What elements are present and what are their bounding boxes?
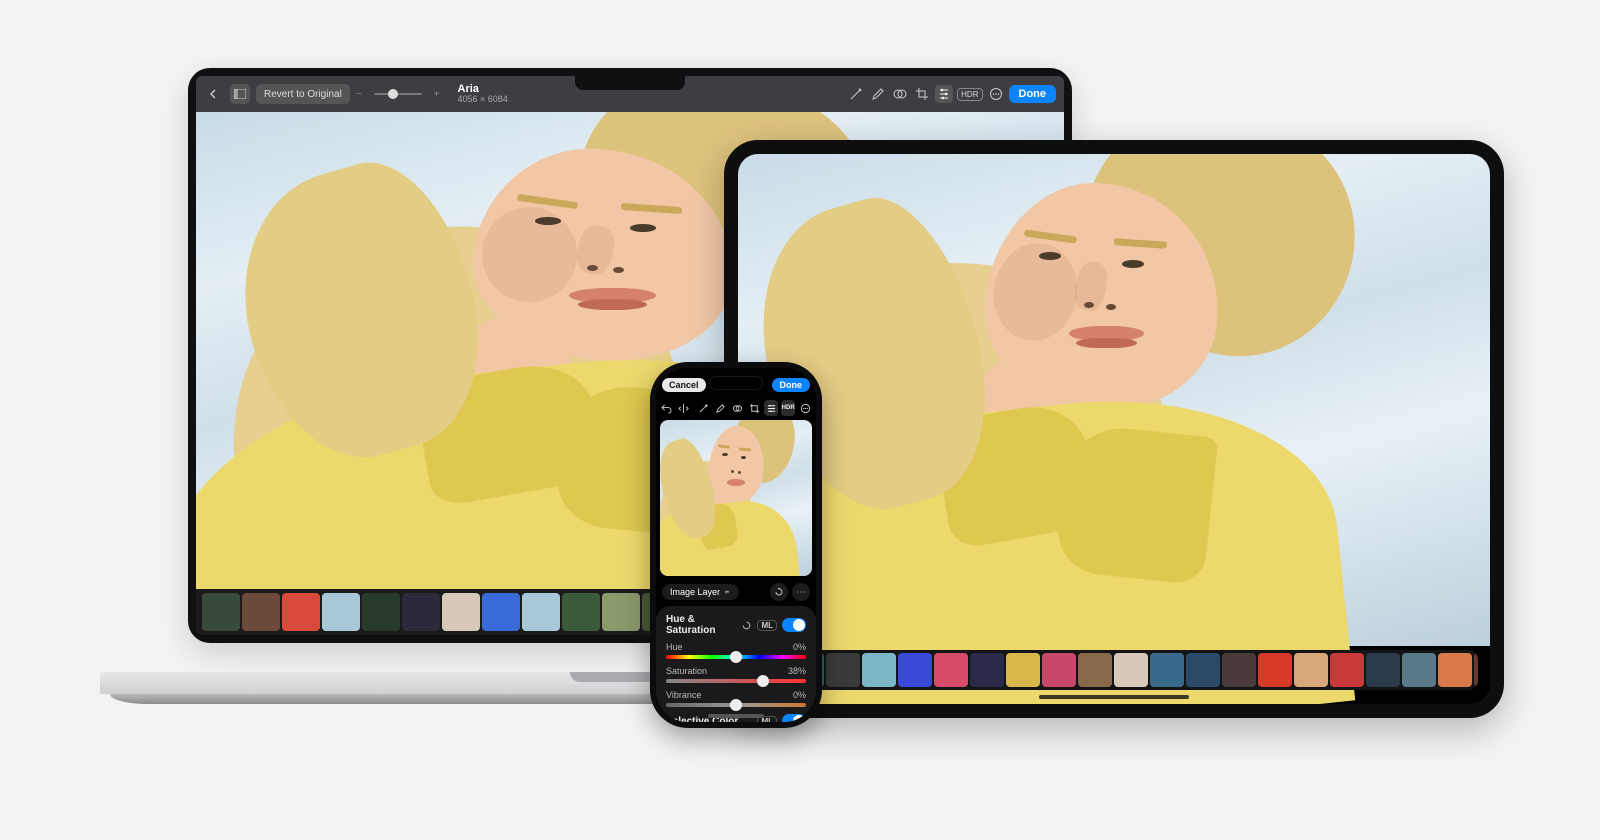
sidebar-toggle-icon[interactable]	[230, 84, 250, 104]
wand-icon[interactable]	[847, 85, 865, 103]
thumbnail[interactable]	[282, 593, 320, 631]
thumbnail[interactable]	[898, 653, 932, 687]
adjustments-icon[interactable]	[935, 85, 953, 103]
thumbnail[interactable]	[1222, 653, 1256, 687]
thumbnail[interactable]	[562, 593, 600, 631]
hdr-badge[interactable]: HDR	[781, 400, 795, 416]
thumbnail[interactable]	[1294, 653, 1328, 687]
crop-icon[interactable]	[747, 400, 761, 416]
phone-device: Cancel Done HDR	[650, 362, 822, 728]
tablet-home-indicator	[1039, 695, 1189, 699]
layer-selector[interactable]: Image Layer	[662, 584, 739, 600]
more-icon[interactable]: ⋯	[792, 583, 810, 601]
phone-toolbar: HDR	[660, 398, 812, 418]
portrait-image	[660, 420, 812, 576]
adjustments-panel: Hue & Saturation ML Hue0% Saturation38% …	[656, 606, 816, 722]
thumbnail[interactable]	[1330, 653, 1364, 687]
revert-button[interactable]: Revert to Original	[256, 84, 350, 104]
thumbnail[interactable]	[934, 653, 968, 687]
undo-icon[interactable]	[660, 400, 674, 416]
vibrance-slider[interactable]	[666, 703, 806, 707]
thumbnail[interactable]	[1366, 653, 1400, 687]
section-toggle[interactable]	[782, 618, 806, 632]
tablet-device	[724, 140, 1504, 718]
reset-icon[interactable]	[741, 620, 752, 631]
thumbnail[interactable]	[362, 593, 400, 631]
reset-icon[interactable]	[770, 583, 788, 601]
thumbnail[interactable]	[1150, 653, 1184, 687]
thumbnail[interactable]	[442, 593, 480, 631]
panel-title: Hue & Saturation	[666, 614, 741, 636]
saturation-slider[interactable]	[666, 679, 806, 683]
overlays-icon[interactable]	[731, 400, 745, 416]
pencil-icon[interactable]	[869, 85, 887, 103]
cancel-button[interactable]: Cancel	[662, 378, 706, 392]
hue-slider[interactable]	[666, 655, 806, 659]
thumbnail[interactable]	[862, 653, 896, 687]
thumbnail[interactable]	[202, 593, 240, 631]
thumbnail[interactable]	[826, 653, 860, 687]
thumbnail[interactable]	[1258, 653, 1292, 687]
wand-icon[interactable]	[697, 400, 711, 416]
thumbnail[interactable]	[482, 593, 520, 631]
phone-canvas[interactable]	[660, 420, 812, 576]
overlays-icon[interactable]	[891, 85, 909, 103]
tablet-canvas[interactable]	[738, 154, 1490, 646]
section-toggle[interactable]	[782, 714, 806, 722]
back-button[interactable]	[204, 84, 224, 104]
thumbnail[interactable]	[402, 593, 440, 631]
more-icon[interactable]	[987, 85, 1005, 103]
done-button[interactable]: Done	[772, 378, 811, 392]
thumbnail[interactable]	[1006, 653, 1040, 687]
thumbnail[interactable]	[1078, 653, 1112, 687]
thumbnail[interactable]	[1438, 653, 1472, 687]
thumbnail[interactable]	[1186, 653, 1220, 687]
thumbnail[interactable]	[322, 593, 360, 631]
thumbnail[interactable]	[602, 593, 640, 631]
compare-icon[interactable]	[677, 400, 691, 416]
thumbnail[interactable]	[522, 593, 560, 631]
pencil-icon[interactable]	[714, 400, 728, 416]
portrait-image	[738, 154, 1490, 646]
document-title: Aria 4056 × 6084	[458, 83, 508, 105]
more-icon[interactable]	[798, 400, 812, 416]
done-button[interactable]: Done	[1009, 85, 1057, 103]
ml-badge[interactable]: ML	[757, 620, 777, 631]
phone-home-indicator	[708, 714, 764, 718]
zoom-slider[interactable]	[374, 93, 422, 95]
crop-icon[interactable]	[913, 85, 931, 103]
adjustments-icon[interactable]	[764, 400, 778, 416]
tablet-thumbnail-strip[interactable]	[750, 650, 1478, 690]
hdr-badge[interactable]: HDR	[957, 88, 982, 101]
thumbnail[interactable]	[1114, 653, 1148, 687]
thumbnail[interactable]	[1042, 653, 1076, 687]
thumbnail[interactable]	[970, 653, 1004, 687]
thumbnail[interactable]	[1474, 653, 1478, 687]
thumbnail[interactable]	[242, 593, 280, 631]
thumbnail[interactable]	[1402, 653, 1436, 687]
